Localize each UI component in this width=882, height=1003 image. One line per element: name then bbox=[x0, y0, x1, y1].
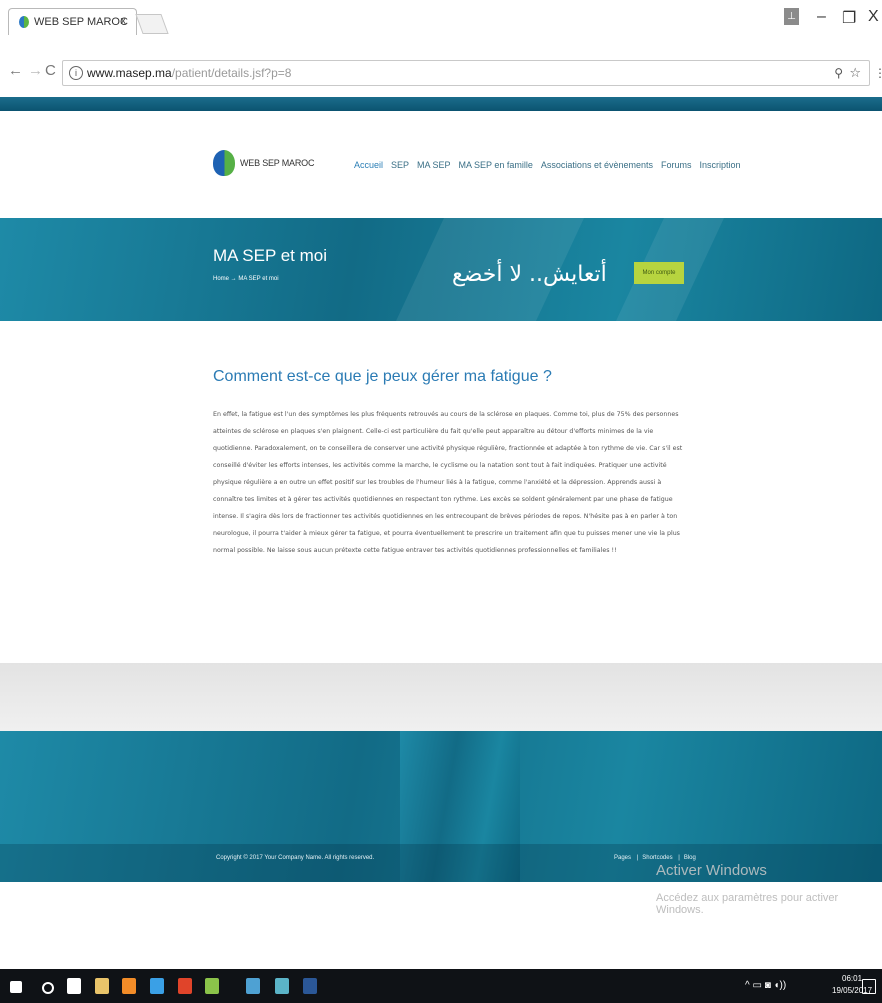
chrome-icon[interactable] bbox=[122, 978, 136, 994]
task-view-icon[interactable] bbox=[67, 978, 81, 994]
edge-icon[interactable] bbox=[150, 978, 164, 994]
nav-item-ma-sep-famille[interactable]: MA SEP en famille bbox=[459, 160, 533, 170]
footer-link-blog[interactable]: Blog bbox=[674, 855, 696, 861]
back-arrow-icon[interactable]: ← bbox=[8, 62, 23, 79]
tab-close-icon[interactable]: x bbox=[121, 15, 127, 27]
footer-link-shortcodes[interactable]: Shortcodes bbox=[633, 855, 673, 861]
maximize-button[interactable]: ❐ bbox=[842, 8, 856, 28]
page-banner bbox=[0, 218, 882, 321]
site-logo[interactable]: WEB SEP MAROC bbox=[213, 150, 314, 176]
arabic-slogan: أتعايش.. لا أخضع bbox=[452, 262, 607, 287]
reload-icon[interactable]: C bbox=[45, 62, 56, 79]
address-bar: ← → C i www.masep.ma/patient/details.jsf… bbox=[0, 58, 882, 88]
forward-arrow-icon[interactable]: → bbox=[28, 62, 43, 79]
url-path: /patient/details.jsf?p=8 bbox=[171, 66, 292, 80]
app-icon-blue[interactable] bbox=[246, 978, 260, 994]
article-body: En effet, la fatigue est l'un des symptô… bbox=[213, 411, 683, 554]
start-windows-icon[interactable] bbox=[10, 981, 22, 993]
system-tray-icons[interactable]: ^ ▭ ◙ ◖)) bbox=[745, 980, 786, 991]
file-explorer-icon[interactable] bbox=[95, 978, 109, 994]
browser-tab[interactable]: WEB SEP MAROC x bbox=[8, 8, 137, 35]
app-icon-green[interactable] bbox=[205, 978, 219, 994]
article-title: Comment est-ce que je peux gérer ma fati… bbox=[213, 368, 552, 385]
logo-globe-icon bbox=[213, 150, 235, 176]
cortana-icon[interactable] bbox=[42, 982, 54, 994]
nav-item-forums[interactable]: Forums bbox=[661, 160, 692, 170]
bookmark-star-icon[interactable]: ☆ bbox=[849, 61, 861, 85]
minimize-button[interactable]: – bbox=[817, 8, 826, 26]
logo-text: WEB SEP MAROC bbox=[240, 158, 315, 168]
new-tab-button[interactable] bbox=[135, 14, 169, 34]
tab-title: WEB SEP MAROC bbox=[34, 16, 128, 28]
main-nav: Accueil SEP MA SEP MA SEP en famille Ass… bbox=[354, 160, 741, 170]
app-icon-flame[interactable] bbox=[178, 978, 192, 994]
page-info-icon[interactable]: i bbox=[69, 66, 83, 80]
activate-windows-title: Activer Windows bbox=[656, 862, 767, 879]
footer-copyright: Copyright © 2017 Your Company Name. All … bbox=[216, 855, 375, 861]
close-window-button[interactable]: X bbox=[868, 8, 879, 26]
footer-link-pages[interactable]: Pages bbox=[614, 855, 631, 861]
site-favicon-icon bbox=[19, 16, 29, 28]
activate-windows-subtitle: Accédez aux paramètres pour activer Wind… bbox=[656, 892, 839, 916]
nav-item-associations[interactable]: Associations et évènements bbox=[541, 160, 653, 170]
page-title: MA SEP et moi bbox=[213, 246, 328, 265]
breadcrumb[interactable]: Home → MA SEP et moi bbox=[213, 276, 279, 282]
footer-links: Pages Shortcodes Blog bbox=[614, 855, 696, 861]
app-icon-teal[interactable] bbox=[275, 978, 289, 994]
user-profile-icon[interactable]: ⊥ bbox=[784, 8, 799, 25]
grey-separator-band bbox=[0, 663, 882, 731]
zoom-icon[interactable]: ⚲ bbox=[834, 61, 843, 85]
browser-tabbar: WEB SEP MAROC x ⊥ – ❐ X bbox=[0, 0, 882, 42]
action-center-icon[interactable] bbox=[862, 979, 876, 994]
top-color-strip bbox=[0, 97, 882, 111]
nav-item-accueil[interactable]: Accueil bbox=[354, 160, 383, 170]
nav-item-ma-sep[interactable]: MA SEP bbox=[417, 160, 451, 170]
url-host: www.masep.ma bbox=[87, 66, 172, 80]
browser-menu-icon[interactable]: ⋮ bbox=[874, 66, 882, 80]
url-field[interactable]: i www.masep.ma/patient/details.jsf?p=8 ⚲… bbox=[62, 60, 870, 86]
nav-item-inscription[interactable]: Inscription bbox=[700, 160, 741, 170]
nav-item-sep[interactable]: SEP bbox=[391, 160, 409, 170]
my-account-button[interactable]: Mon compte bbox=[634, 262, 684, 284]
word-icon[interactable] bbox=[303, 978, 317, 994]
